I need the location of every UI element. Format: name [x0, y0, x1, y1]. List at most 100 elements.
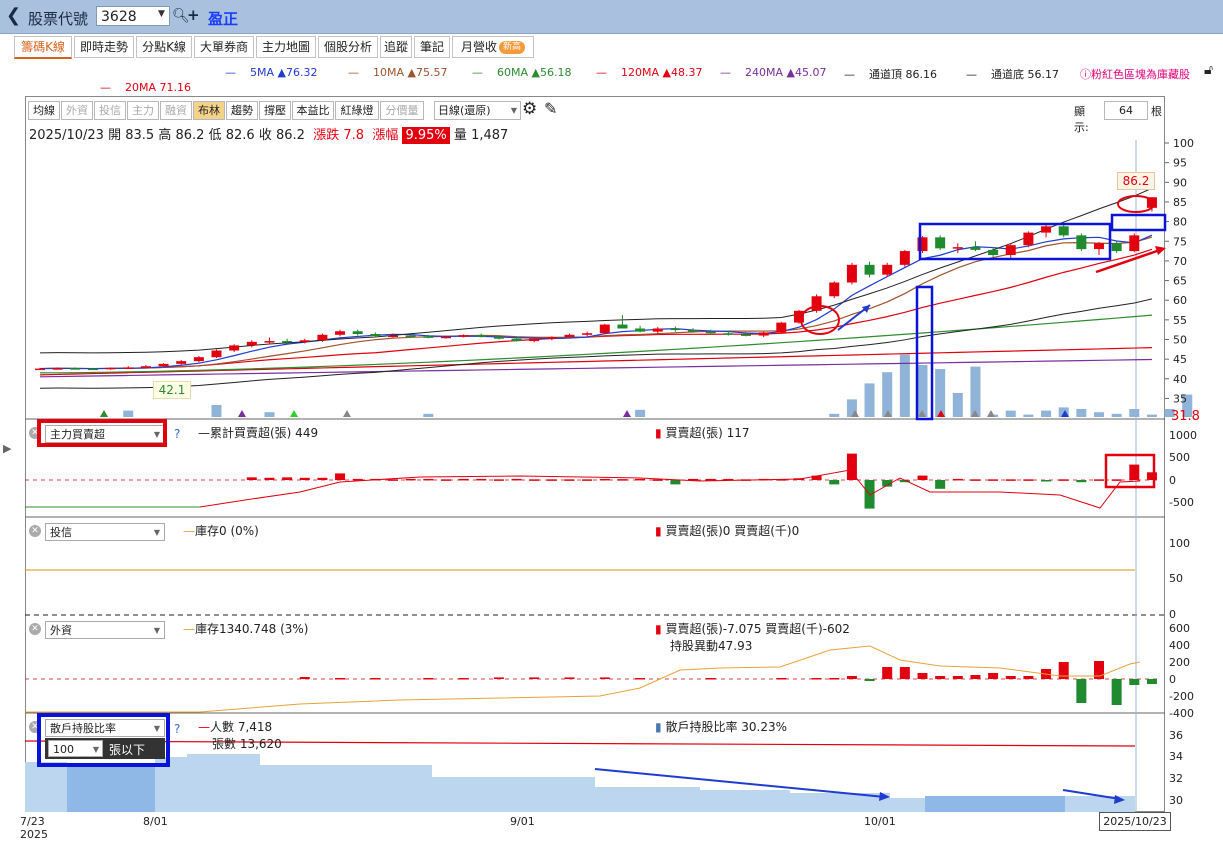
- candle-body: [952, 247, 963, 249]
- price-axis-label: 80: [1173, 216, 1187, 229]
- low-price-tag: 42.1: [153, 381, 191, 399]
- price-axis-label: 55: [1173, 314, 1187, 327]
- panel-axis-label: 30: [1169, 794, 1183, 807]
- candle-body: [335, 331, 346, 335]
- volume-bar: [882, 372, 893, 417]
- candle-body: [105, 367, 116, 370]
- price-axis-label: 95: [1173, 157, 1187, 170]
- volume-bar: [1023, 414, 1034, 417]
- highlight-box: [37, 419, 167, 447]
- candle-body: [758, 332, 769, 336]
- retail-people: 人數 7,418: [210, 720, 273, 734]
- panel-axis-label: 0: [1169, 474, 1176, 487]
- main-force-bar: [670, 480, 681, 485]
- main-force-bar: [493, 479, 504, 481]
- candle-body: [193, 357, 204, 362]
- foreign-bar: [423, 678, 434, 680]
- panel-axis-label: 1000: [1169, 429, 1197, 442]
- arrow-head: [1155, 246, 1166, 255]
- candle-body: [52, 368, 63, 370]
- foreign-bar: [952, 676, 963, 679]
- main-force-net: 買賣超(張) 117: [665, 426, 750, 440]
- candle-body: [299, 340, 310, 342]
- main-force-bar: [1005, 479, 1016, 481]
- price-axis-label: 45: [1173, 353, 1187, 366]
- candle-body: [352, 331, 363, 334]
- panel-axis-label: 100: [1169, 537, 1190, 550]
- trust-select[interactable]: 投信 ▼: [45, 523, 165, 541]
- trust-inventory: 庫存0 (0%): [195, 524, 259, 538]
- x-label-0723: 7/23: [20, 815, 45, 828]
- candle-body: [882, 264, 893, 275]
- candle-body: [511, 338, 522, 342]
- trend-arrow: [1095, 248, 1161, 274]
- retail-shares: 張數 13,620: [212, 737, 282, 751]
- candle-body: [264, 341, 275, 343]
- candle-body: [811, 296, 822, 311]
- price-axis-label: 65: [1173, 275, 1187, 288]
- candle-body: [988, 249, 999, 256]
- main-force-bar: [829, 480, 840, 485]
- panel-axis-label: 0: [1169, 673, 1176, 686]
- foreign-bar: [1129, 679, 1140, 685]
- main-force-bar: [264, 477, 275, 480]
- retail-people-line: [24, 740, 1136, 747]
- help-icon[interactable]: ?: [174, 427, 180, 441]
- foreign-bar: [705, 678, 716, 680]
- candle-body: [688, 330, 699, 332]
- foreign-bar: [1023, 676, 1034, 679]
- main-force-bar: [952, 478, 963, 481]
- price-axis-label: 35: [1173, 392, 1187, 405]
- candle-body: [1129, 235, 1140, 252]
- panel-axis-label: -400: [1169, 707, 1194, 720]
- main-force-bar: [1111, 479, 1122, 481]
- candle-body: [864, 264, 875, 275]
- price-axis-label: 40: [1173, 373, 1187, 386]
- price-axis-label: 100: [1173, 137, 1194, 150]
- close-panel-icon[interactable]: ✕: [29, 623, 41, 635]
- panel-axis-label: 500: [1169, 451, 1190, 464]
- foreign-change: 持股異動47.93: [670, 639, 753, 653]
- panel-axis-label: 200: [1169, 656, 1190, 669]
- candle-body: [423, 336, 434, 338]
- candle-body: [776, 322, 787, 333]
- x-label-0801: 8/01: [143, 815, 168, 828]
- main-force-bar: [246, 477, 257, 480]
- panel-axis-label: 50: [1169, 572, 1183, 585]
- candle-body: [1041, 226, 1052, 233]
- foreign-bar: [335, 678, 346, 680]
- chart-svg: 1009590858075706560555045403510005000-50…: [24, 137, 1197, 812]
- main-force-bar: [617, 479, 628, 481]
- foreign-select[interactable]: 外資 ▼: [45, 621, 165, 639]
- price-axis-label: 85: [1173, 196, 1187, 209]
- signal-triangle-icon: [623, 410, 631, 417]
- candle-body: [317, 334, 328, 341]
- foreign-bar: [917, 673, 928, 679]
- volume-axis-value: 31.8: [1171, 409, 1200, 424]
- candle-body: [1111, 243, 1122, 252]
- close-panel-icon[interactable]: ✕: [29, 525, 41, 537]
- candle-body: [670, 328, 681, 331]
- panel-axis-label: 400: [1169, 639, 1190, 652]
- volume-bar: [123, 410, 134, 417]
- main-force-bar: [988, 479, 999, 481]
- volume-bar: [423, 413, 434, 417]
- price-axis-label: 70: [1173, 255, 1187, 268]
- foreign-bar: [776, 678, 787, 680]
- panel-axis-label: -200: [1169, 690, 1194, 703]
- candle-body: [35, 368, 45, 371]
- highlight-box: [37, 713, 170, 767]
- volume-bar: [635, 409, 646, 417]
- panel-axis-label: 36: [1169, 729, 1183, 742]
- candle-body: [635, 328, 646, 332]
- candle-body: [458, 335, 469, 337]
- main-force-bar: [1076, 480, 1087, 483]
- main-force-bar: [705, 478, 716, 481]
- panel-axis-label: 32: [1169, 772, 1183, 785]
- x-label-0901: 9/01: [510, 815, 535, 828]
- candle-body: [1005, 245, 1016, 256]
- retail-ratio-highlight: [925, 796, 1065, 812]
- help-icon[interactable]: ?: [174, 722, 180, 736]
- candle-body: [582, 333, 593, 335]
- candle-body: [493, 336, 504, 339]
